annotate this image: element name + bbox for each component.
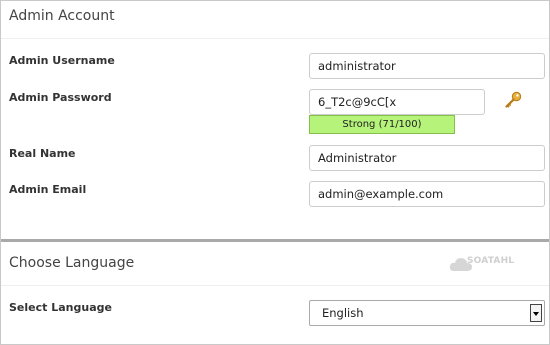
installer-form-panel: Admin Account Admin Username administrat… (0, 0, 550, 345)
admin-email-input[interactable]: admin@example.com (309, 181, 545, 207)
header-divider (1, 38, 549, 39)
dropdown-arrow-icon[interactable] (530, 304, 542, 322)
cloud-logo: SOATAHL (449, 253, 519, 275)
choose-language-title: Choose Language (9, 255, 135, 271)
language-header-divider (1, 285, 549, 286)
admin-email-label: Admin Email (9, 183, 87, 196)
real-name-input[interactable]: Administrator (309, 145, 545, 171)
admin-account-title: Admin Account (9, 8, 115, 24)
real-name-label: Real Name (9, 147, 76, 160)
logo-text: SOATAHL (467, 256, 515, 266)
key-icon[interactable] (503, 90, 523, 110)
language-select-value: English (322, 306, 364, 320)
admin-password-input[interactable]: 6_T2c@9cC[x (309, 89, 485, 115)
language-select[interactable]: English (309, 300, 545, 326)
admin-username-label: Admin Username (9, 54, 115, 67)
admin-username-input[interactable]: administrator (309, 53, 545, 79)
select-language-label: Select Language (9, 301, 112, 314)
admin-account-header: Admin Account (1, 8, 549, 24)
admin-password-label: Admin Password (9, 91, 112, 104)
password-strength-meter: Strong (71/100) (309, 115, 455, 134)
section-separator (1, 239, 549, 242)
